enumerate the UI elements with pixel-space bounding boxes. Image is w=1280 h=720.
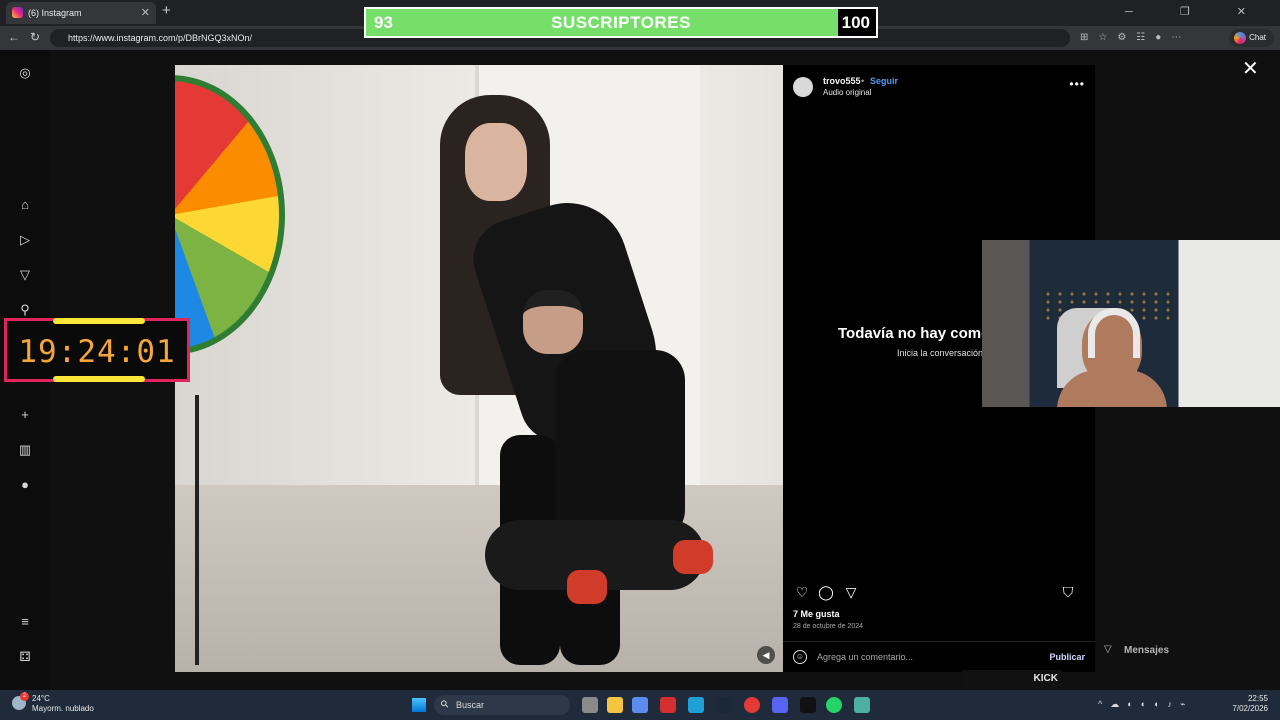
separator-dot: • [861,76,865,86]
dashboard-icon[interactable]: ▥ [17,442,33,458]
subscriber-goal-bar: 93 SUSCRIPTORES 100 [364,7,878,38]
likes-count[interactable]: 7 Me gusta [793,609,840,619]
start-button-icon[interactable] [412,698,426,712]
follow-button[interactable]: Seguir [870,76,898,86]
weather-widget[interactable]: 24°C Mayorm. nublado [32,694,94,714]
weather-temp: 24°C [32,694,50,703]
close-icon[interactable]: ✕ [1242,56,1259,81]
task-view-icon[interactable] [582,697,598,713]
headphones-icon [1088,308,1140,358]
messages-button[interactable]: ▽ Mensajes [1098,640,1258,662]
like-icon[interactable]: ♡ [793,583,811,601]
taskbar-search[interactable]: Buscar [434,695,570,715]
weather-badge: 2 [20,692,29,701]
browser-toolbar-icons[interactable]: ⊞☆⚙☷●⋯ [1080,32,1191,43]
search-icon[interactable]: ⚲ [17,302,33,318]
clock-time: 22:55 [1247,694,1268,703]
no-comments-title: Todavía no hay come [838,325,990,342]
comment-icon[interactable]: ◯ [817,583,835,601]
close-tab-icon[interactable]: ✕ [141,2,150,24]
no-comments-subtitle: Inicia la conversación. [897,348,986,358]
back-icon[interactable]: ← [8,30,20,44]
tripod [195,395,199,665]
tab-title: (6) Instagram [28,8,82,18]
messages-icon: ▽ [1104,644,1112,655]
comment-input[interactable]: Agrega un comentario... [817,652,913,662]
file-explorer-icon[interactable] [607,697,623,713]
video-person-kneeling [485,290,725,650]
direct-icon[interactable]: ▽ [17,267,33,283]
menu-icon[interactable]: ≡ [17,614,33,630]
timer-text: 19:24:01 [18,334,176,370]
share-icon[interactable]: ▽ [842,583,860,601]
stream-timer: 19:24:01 [4,318,190,382]
whatsapp-icon[interactable] [826,697,842,713]
streamer-webcam [982,240,1280,407]
comment-bar: ☺ Agrega un comentario... Publicar [783,641,1095,672]
audio-label[interactable]: Audio original [823,88,871,97]
timer-top-bar [53,318,145,324]
timer-bottom-bar [53,376,145,382]
save-icon[interactable]: ⛉ [1059,583,1077,601]
post-username[interactable]: trovo555 [823,76,861,86]
profile-icon[interactable]: ● [17,477,33,493]
post-date: 28 de octubre de 2024 [793,623,864,630]
system-tray-icons[interactable]: ^☁◐◐◐♪⌁ [1098,699,1193,710]
obs-icon[interactable] [744,697,760,713]
home-icon[interactable]: ⌂ [17,197,33,213]
clock-date: 7/02/2026 [1232,704,1268,713]
post-actions: ♡ ◯ ▽ ⛉ [793,583,1085,601]
taskbar-clock[interactable]: 22:55 7/02/2026 [1232,694,1268,714]
more-options-icon[interactable]: ••• [1069,77,1085,91]
steam-icon[interactable] [716,697,732,713]
kick-overlay: KICK [962,670,1062,688]
create-icon[interactable]: + [17,407,33,423]
reload-icon[interactable]: ↻ [30,30,40,44]
subscriber-goal: 100 [841,13,870,32]
discord-icon[interactable] [772,697,788,713]
subscriber-label: SUSCRIPTORES [551,13,691,32]
instagram-favicon-icon [12,7,23,18]
notepad-icon[interactable] [854,697,870,713]
copilot-icon[interactable] [632,697,648,713]
windows-taskbar: 2 24°C Mayorm. nublado Buscar ^☁◐◐◐♪⌁ 22… [0,690,1280,720]
app2-icon[interactable] [800,697,816,713]
edge-icon[interactable] [688,697,704,713]
emoji-icon[interactable]: ☺ [793,650,807,664]
apps-icon[interactable]: ⚃ [17,649,33,665]
publish-button[interactable]: Publicar [1049,652,1085,662]
new-tab-icon[interactable]: + [162,2,171,19]
mute-icon[interactable]: ◀ [757,646,775,664]
weather-desc: Mayorm. nublado [32,704,94,713]
app-icon[interactable] [660,697,676,713]
browser-tab[interactable]: (6) Instagram ✕ [6,2,156,24]
instagram-icon[interactable]: ◎ [17,65,33,81]
reels-icon[interactable]: ▷ [17,232,33,248]
messages-label: Mensajes [1124,645,1170,656]
window-controls[interactable]: ─ ❐ ✕ [1125,5,1268,18]
post-video[interactable]: ◀ [175,65,783,672]
avatar[interactable] [793,77,813,97]
copilot-chat-button[interactable]: Chat [1229,29,1274,47]
